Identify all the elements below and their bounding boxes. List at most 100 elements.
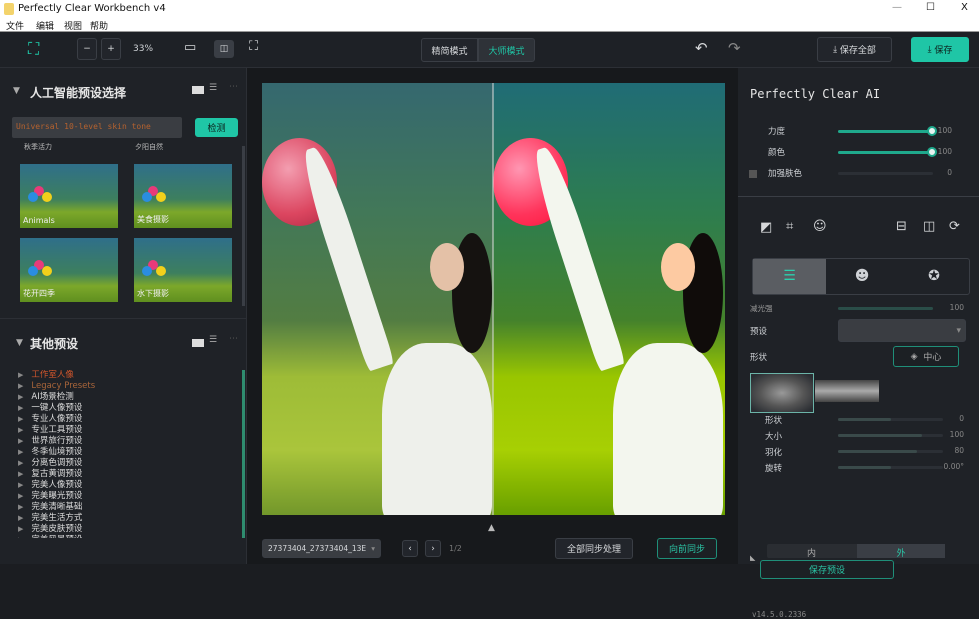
preset-tree-item[interactable]: ▶ 分离色调预设 [18, 458, 95, 469]
preset-tree-item[interactable]: ▶ 工作室人像 [18, 370, 95, 381]
list-view-icon[interactable]: ☰ [209, 335, 217, 345]
tab-eyes[interactable]: ✪ [898, 259, 970, 294]
next-image-button[interactable]: › [425, 540, 441, 557]
preset-tree-item[interactable]: ▶ 世界旅行预设 [18, 436, 95, 447]
preset-dropdown[interactable]: ▾ [838, 319, 966, 342]
expand-icon[interactable]: ◣ [750, 554, 755, 562]
toggle-outer[interactable]: 外 [857, 544, 945, 559]
save-all-button[interactable]: ⤓ 保存全部 [817, 37, 892, 62]
redo-icon[interactable]: ↷ [728, 39, 741, 57]
single-view-icon[interactable]: ▭ [184, 40, 196, 55]
slider-1[interactable] [838, 147, 937, 157]
sync-all-button[interactable]: 全部同步处理 [555, 538, 633, 559]
more-icon[interactable]: ⋯ [229, 82, 238, 92]
menu-view[interactable]: 视图 [64, 19, 82, 32]
close-button[interactable]: X [961, 2, 968, 13]
preset-tree-item[interactable]: ▶ 专业人像预设 [18, 414, 95, 425]
expand-arrow-icon[interactable]: ▶ [18, 514, 23, 522]
expand-arrow-icon[interactable]: ▶ [18, 525, 23, 533]
expand-arrow-icon[interactable]: ▶ [18, 459, 23, 467]
menu-edit[interactable]: 编辑 [36, 19, 54, 32]
mode-master-tab[interactable]: 大师模式 [478, 38, 535, 62]
center-button[interactable]: ◈ 中心 [893, 346, 959, 367]
crop-icon[interactable]: ⌗ [786, 219, 793, 234]
preset-tree-item[interactable]: ▶ 复古黄调预设 [18, 469, 95, 480]
preset-tree-item[interactable]: ▶ AI场景检测 [18, 392, 95, 403]
preset-thumb-flowers[interactable]: 花开四季 [20, 238, 118, 302]
collapse-icon[interactable]: ▼ [16, 338, 23, 348]
preset-tree-item[interactable]: ▶ 完美生活方式 [18, 513, 95, 524]
minimize-button[interactable]: — [892, 2, 902, 13]
curves-icon[interactable]: ◩ [760, 220, 772, 235]
tab-adjust[interactable]: ☰ [753, 259, 826, 294]
prev-image-button[interactable]: ‹ [402, 540, 418, 557]
maximize-button[interactable]: ☐ [926, 2, 935, 13]
split-view-button[interactable]: ◫ [214, 40, 234, 58]
file-select[interactable]: 27373404_27373404_13E ▾ [262, 539, 381, 558]
preset-tree-item[interactable]: ▶ 专业工具预设 [18, 425, 95, 436]
preset-thumb-underwater[interactable]: 水下摄影 [134, 238, 232, 302]
param-slider[interactable] [838, 466, 943, 469]
scrollbar[interactable] [242, 146, 245, 306]
expand-arrow-icon[interactable]: ▶ [18, 481, 23, 489]
face-icon[interactable]: ☺ [813, 219, 827, 234]
preset-tree-item[interactable]: ▶ 一键人像预设 [18, 403, 95, 414]
flip-vertical-icon[interactable]: ⊟ [896, 219, 907, 234]
expand-filmstrip-icon[interactable]: ▲ [488, 523, 495, 533]
expand-arrow-icon[interactable]: ▶ [18, 382, 23, 390]
grid-view-icon[interactable] [192, 86, 204, 94]
menu-help[interactable]: 帮助 [90, 19, 108, 32]
expand-arrow-icon[interactable]: ▶ [18, 437, 23, 445]
preset-tree-item[interactable]: ▶ 完美清晰基础 [18, 502, 95, 513]
expand-arrow-icon[interactable]: ▶ [18, 470, 23, 478]
preset-tree-item[interactable]: ▶ 完美皮肤预设 [18, 524, 95, 535]
crop-view-icon[interactable]: ⛶ [249, 39, 258, 54]
undo-icon[interactable]: ↶ [695, 39, 708, 57]
detect-button[interactable]: 检测 [195, 118, 238, 137]
tab-skin[interactable]: ☻ [826, 259, 898, 294]
preset-tree-item[interactable]: ▶ 完美风景预设 [18, 535, 95, 538]
vignette-preview-selected[interactable] [750, 373, 814, 413]
list-view-icon[interactable]: ☰ [209, 83, 217, 93]
more-icon[interactable]: ⋯ [229, 334, 238, 344]
expand-arrow-icon[interactable]: ▶ [18, 448, 23, 456]
expand-arrow-icon[interactable]: ▶ [18, 415, 23, 423]
preset-thumb-food[interactable]: 美食摄影 [134, 164, 232, 228]
vignette-strength-slider[interactable] [838, 307, 933, 310]
zoom-in-button[interactable]: + [101, 38, 121, 60]
expand-arrow-icon[interactable]: ▶ [18, 503, 23, 511]
enhance-skin-checkbox[interactable] [749, 170, 757, 178]
zoom-out-button[interactable]: − [77, 38, 97, 60]
expand-arrow-icon[interactable]: ▶ [18, 492, 23, 500]
expand-arrow-icon[interactable]: ▶ [18, 426, 23, 434]
save-preset-button[interactable]: 保存预设 [760, 560, 894, 579]
expand-arrow-icon[interactable]: ▶ [18, 536, 23, 538]
vignette-preview[interactable] [815, 380, 879, 402]
preset-tree-item[interactable]: ▶ 完美曝光预设 [18, 491, 95, 502]
expand-arrow-icon[interactable]: ▶ [18, 393, 23, 401]
slider-0[interactable] [838, 126, 937, 136]
preset-thumb-animals[interactable]: Animals [20, 164, 118, 228]
preset-tree-item[interactable]: ▶ 完美人像预设 [18, 480, 95, 491]
preset-tree-item[interactable]: ▶ 冬季仙境预设 [18, 447, 95, 458]
sync-forward-button[interactable]: 向前同步 [657, 538, 717, 559]
processed-image[interactable] [493, 83, 725, 515]
param-slider[interactable] [838, 450, 943, 453]
original-image[interactable] [262, 83, 493, 515]
expand-arrow-icon[interactable]: ▶ [18, 404, 23, 412]
collapse-icon[interactable]: ▼ [13, 86, 20, 96]
split-divider[interactable] [492, 83, 494, 515]
grid-view-icon[interactable] [192, 339, 204, 347]
toggle-inner[interactable]: 内 [807, 546, 816, 559]
save-button[interactable]: ⤓ 保存 [911, 37, 969, 62]
preset-tree-item[interactable]: ▶ Legacy Presets [18, 381, 95, 392]
param-slider[interactable] [838, 434, 943, 437]
slider-2[interactable] [838, 172, 933, 175]
menu-file[interactable]: 文件 [6, 19, 24, 32]
scrollbar[interactable] [242, 370, 245, 538]
flip-horizontal-icon[interactable]: ◫ [923, 219, 935, 234]
rotate-icon[interactable]: ⟳ [949, 219, 960, 234]
skin-tone-input[interactable]: Universal 10-level skin tone [12, 117, 182, 138]
expand-arrow-icon[interactable]: ▶ [18, 371, 23, 379]
param-slider[interactable] [838, 418, 943, 421]
